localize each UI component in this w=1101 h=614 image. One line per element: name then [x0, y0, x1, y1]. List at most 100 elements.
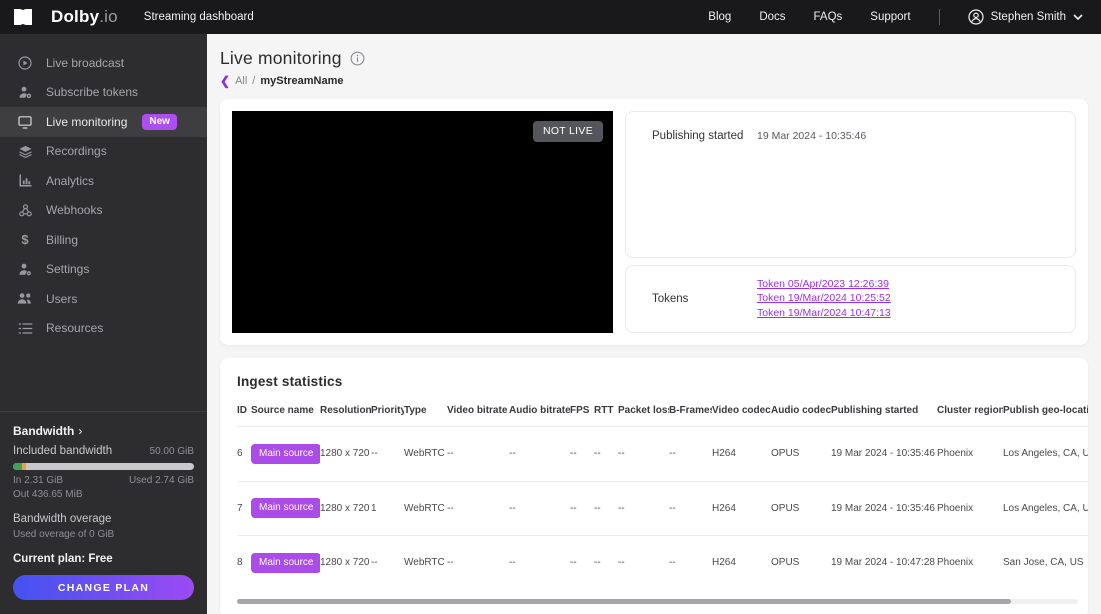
col-header: Audio codec	[771, 405, 831, 416]
cell-fps: --	[570, 448, 594, 459]
dolby-logo[interactable]: Dolby.io	[14, 7, 118, 27]
nav-link-docs[interactable]: Docs	[759, 11, 785, 23]
user-menu[interactable]: Stephen Smith	[968, 9, 1083, 25]
breadcrumb-back-icon[interactable]: ❮	[220, 76, 230, 86]
cell-cluster-region: Phoenix	[937, 557, 1003, 568]
stream-status-badge: NOT LIVE	[533, 121, 603, 142]
sidebar: Live broadcast Subscribe tokens Live mon…	[0, 34, 207, 614]
sidebar-item-billing[interactable]: $ Billing	[0, 225, 207, 255]
cell-geo-location: Los Angeles, CA, US	[1003, 503, 1088, 514]
publishing-started-value: 19 Mar 2024 - 10:35:46	[757, 130, 866, 243]
token-link[interactable]: Token 19/Mar/2024 10:25:52	[757, 292, 891, 306]
main-content: Live monitoring ❮ All / myStreamName NOT…	[207, 34, 1101, 614]
cell-video-codec: H264	[712, 557, 771, 568]
sidebar-item-recordings[interactable]: Recordings	[0, 137, 207, 167]
horizontal-scrollbar-thumb[interactable]	[237, 599, 1011, 604]
change-plan-button[interactable]: CHANGE PLAN	[13, 575, 194, 600]
sidebar-item-label: Live broadcast	[46, 56, 124, 70]
user-avatar-icon	[968, 9, 984, 25]
main-source-badge: Main source	[251, 553, 320, 573]
table-row[interactable]: 8 Main source 1280 x 720 -- WebRTC -- --…	[237, 535, 1088, 590]
cell-bframes: --	[669, 557, 712, 568]
cell-geo-location: Los Angeles, CA, US	[1003, 448, 1088, 459]
cell-geo-location: San Jose, CA, US	[1003, 557, 1088, 568]
cell-source: Main source	[251, 498, 320, 518]
breadcrumb-all-link[interactable]: All	[235, 75, 247, 87]
col-header: Source name	[251, 405, 320, 416]
col-header: Resolution	[320, 405, 371, 416]
col-header: ID	[237, 405, 251, 416]
cell-rtt: --	[594, 448, 618, 459]
publishing-started-panel: Publishing started 19 Mar 2024 - 10:35:4…	[625, 111, 1076, 258]
video-player: NOT LIVE	[232, 111, 613, 333]
overage-title: Bandwidth overage	[13, 513, 194, 525]
topbar-divider	[939, 9, 940, 25]
breadcrumb: ❮ All / myStreamName	[220, 75, 1088, 87]
sidebar-item-live-broadcast[interactable]: Live broadcast	[0, 48, 207, 78]
cell-type: WebRTC	[404, 448, 447, 459]
token-link[interactable]: Token 05/Apr/2023 12:26:39	[757, 278, 891, 292]
sidebar-item-label: Billing	[46, 233, 78, 247]
nav-link-blog[interactable]: Blog	[708, 11, 731, 23]
nav-link-support[interactable]: Support	[870, 11, 910, 23]
cell-publishing-started: 19 Mar 2024 - 10:47:28	[831, 557, 937, 568]
table-row[interactable]: 6 Main source 1280 x 720 -- WebRTC -- --…	[237, 426, 1088, 481]
col-header: Publishing started	[831, 405, 937, 416]
page-title: Live monitoring	[220, 48, 342, 69]
sidebar-item-users[interactable]: Users	[0, 284, 207, 314]
cell-source: Main source	[251, 444, 320, 464]
cell-audio-codec: OPUS	[771, 503, 831, 514]
cell-priority: 1	[371, 503, 404, 514]
token-link[interactable]: Token 19/Mar/2024 10:47:13	[757, 307, 891, 321]
cell-audio-bitrate: --	[509, 503, 570, 514]
users-icon	[17, 291, 33, 307]
chevron-right-icon: ›	[78, 424, 82, 438]
cell-type: WebRTC	[404, 503, 447, 514]
bar-chart-icon	[17, 173, 33, 189]
new-badge: New	[142, 114, 177, 130]
cell-video-bitrate: --	[447, 557, 509, 568]
sidebar-item-subscribe-tokens[interactable]: Subscribe tokens	[0, 78, 207, 108]
cell-resolution: 1280 x 720	[320, 448, 371, 459]
bandwidth-in-value: In 2.31 GiB	[13, 475, 63, 486]
included-bandwidth-label: Included bandwidth	[13, 445, 112, 457]
horizontal-scrollbar	[237, 599, 1078, 604]
cell-packet-loss: --	[618, 557, 669, 568]
sidebar-item-label: Live monitoring	[46, 115, 127, 129]
cell-resolution: 1280 x 720	[320, 503, 371, 514]
sidebar-item-webhooks[interactable]: Webhooks	[0, 196, 207, 226]
tokens-panel: Tokens Token 05/Apr/2023 12:26:39 Token …	[625, 265, 1076, 333]
cell-fps: --	[570, 503, 594, 514]
sidebar-item-label: Webhooks	[46, 203, 102, 217]
ingest-statistics-title: Ingest statistics	[237, 374, 1088, 389]
col-header: B-Frames	[669, 405, 712, 416]
app-subtitle: Streaming dashboard	[144, 11, 254, 23]
breadcrumb-separator: /	[252, 75, 255, 87]
sidebar-item-resources[interactable]: Resources	[0, 314, 207, 344]
bandwidth-header[interactable]: Bandwidth ›	[13, 424, 194, 438]
nav-link-faqs[interactable]: FAQs	[814, 11, 843, 23]
table-row[interactable]: 7 Main source 1280 x 720 1 WebRTC -- -- …	[237, 481, 1088, 536]
overage-value: Used overage of 0 GiB	[13, 529, 194, 540]
sidebar-item-analytics[interactable]: Analytics	[0, 166, 207, 196]
sidebar-item-settings[interactable]: Settings	[0, 255, 207, 285]
main-source-badge: Main source	[251, 498, 320, 518]
progress-in-segment	[13, 463, 22, 470]
ingest-table: ID Source name Resolution Priority Type …	[237, 405, 1088, 590]
cell-audio-bitrate: --	[509, 557, 570, 568]
cell-audio-bitrate: --	[509, 448, 570, 459]
cell-type: WebRTC	[404, 557, 447, 568]
broadcast-icon	[17, 55, 33, 71]
webhook-icon	[17, 202, 33, 218]
publishing-started-label: Publishing started	[652, 130, 757, 243]
cell-id: 7	[237, 503, 251, 514]
layers-icon	[17, 143, 33, 159]
bandwidth-used-value: Used 2.74 GiB	[129, 475, 194, 486]
sidebar-item-live-monitoring[interactable]: Live monitoring New	[0, 107, 207, 137]
col-header: FPS	[570, 405, 594, 416]
person-gear-icon	[17, 84, 33, 100]
brand-name: Dolby.io	[51, 7, 118, 27]
info-icon[interactable]	[350, 51, 365, 66]
col-header: Cluster region	[937, 405, 1003, 416]
progress-out-segment	[22, 463, 26, 470]
